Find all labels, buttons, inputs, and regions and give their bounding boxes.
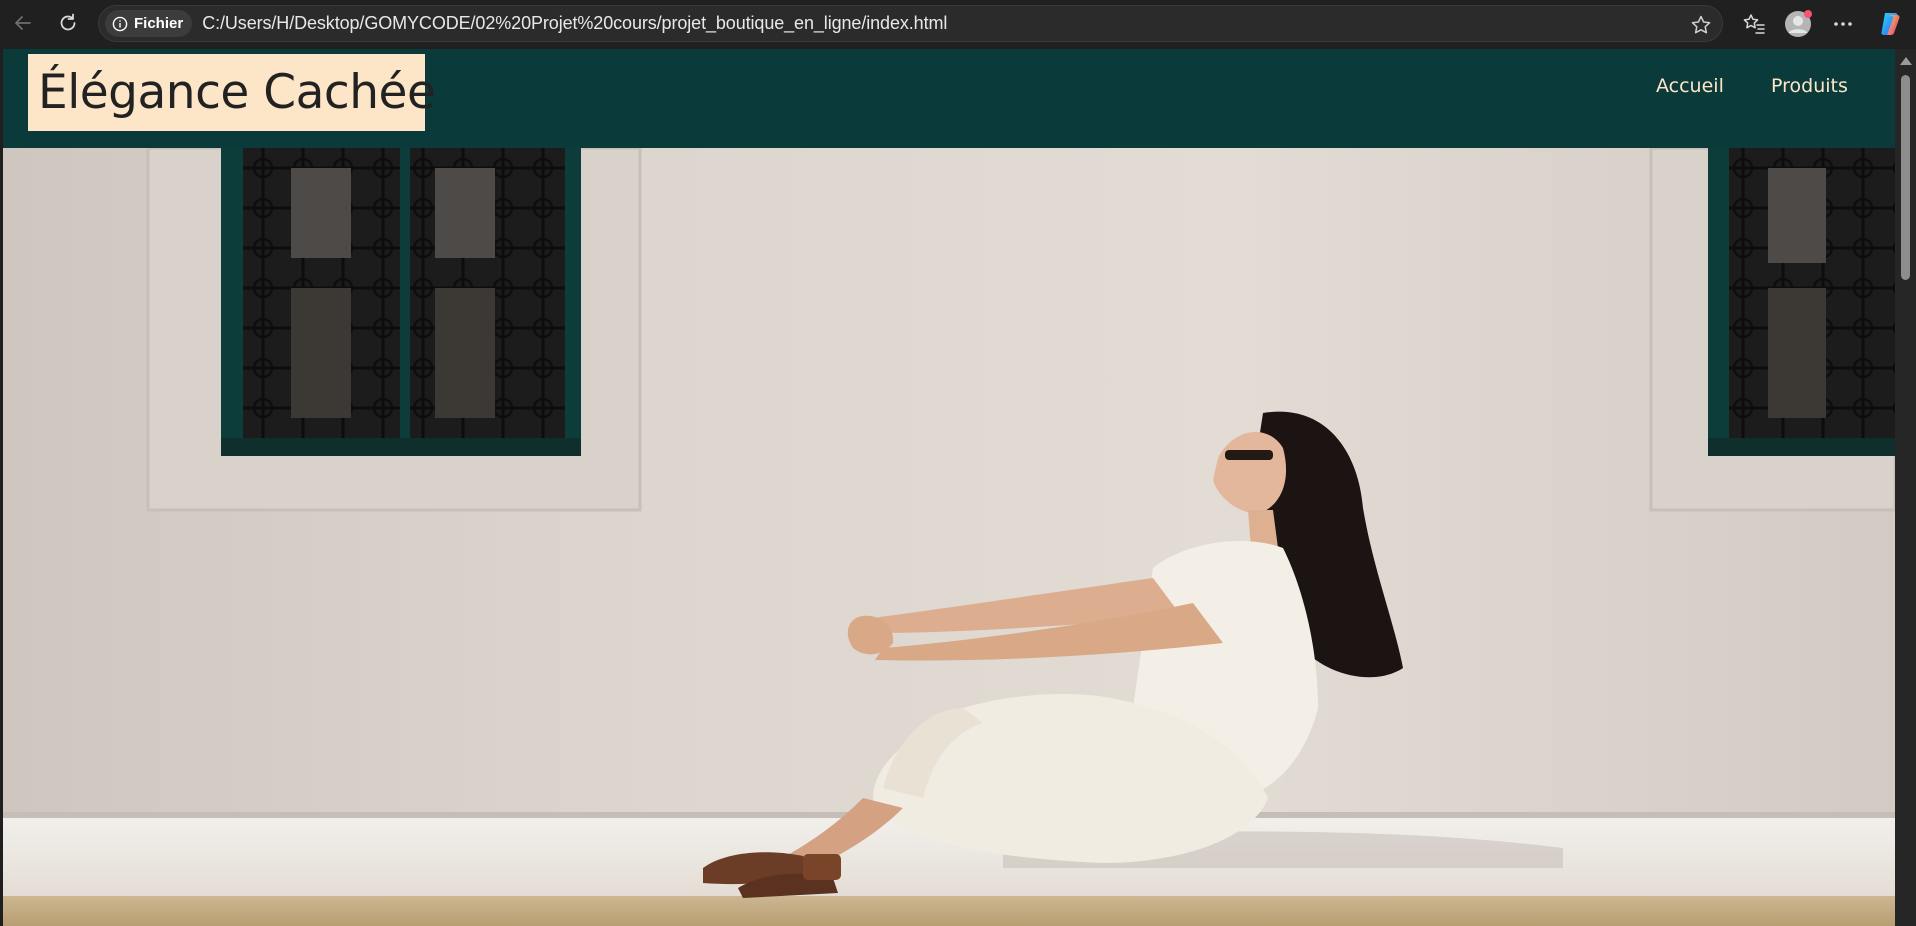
site-info-label: Fichier [134,15,184,32]
back-button[interactable] [5,5,41,41]
address-bar[interactable]: Fichier C:/Users/H/Desktop/GOMYCODE/02%2… [98,5,1723,42]
scrollbar-thumb[interactable] [1901,75,1910,280]
favorites-list-icon [1743,14,1765,34]
page-scrollbar[interactable] [1895,49,1916,926]
url-text[interactable]: C:/Users/H/Desktop/GOMYCODE/02%20Projet%… [202,13,947,34]
more-menu-button[interactable] [1826,7,1860,41]
reload-button[interactable] [50,5,86,41]
reload-icon [60,13,76,31]
browser-toolbar: Fichier C:/Users/H/Desktop/GOMYCODE/02%2… [0,0,1916,47]
avatar-icon [1785,10,1812,37]
site-info-button[interactable]: Fichier [105,10,193,37]
copilot-button[interactable] [1874,7,1908,41]
back-arrow-icon [15,16,31,30]
site-header: Élégance Cachée Accueil Produits [3,49,1895,148]
favorite-star-button[interactable] [1690,14,1712,40]
nav-link-produits[interactable]: Produits [1771,75,1848,97]
info-icon [112,16,128,31]
favorites-button[interactable] [1737,7,1771,41]
hero-photo-illustration [3,148,1895,926]
hero-image [3,148,1895,926]
more-dots-icon [1834,22,1852,26]
scroll-up-arrow-icon[interactable] [1900,57,1912,65]
logo-text: Élégance Cachée [38,65,436,120]
page-viewport: Élégance Cachée Accueil Produits [3,49,1895,926]
copilot-icon [1881,13,1900,35]
site-logo[interactable]: Élégance Cachée [28,54,436,131]
profile-button[interactable] [1781,7,1815,41]
nav-link-accueil[interactable]: Accueil [1656,75,1724,97]
star-icon [1691,15,1711,34]
